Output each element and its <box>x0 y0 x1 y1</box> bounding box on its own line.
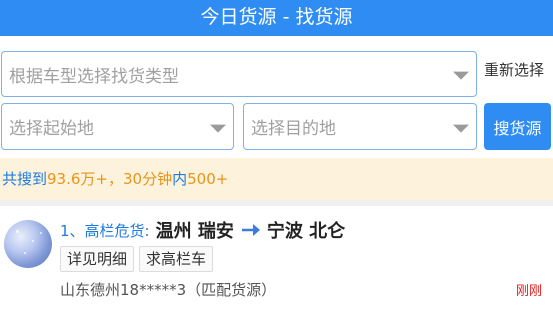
stats-within: 内 <box>172 170 188 188</box>
stats-count: 93.6万+ <box>47 170 108 188</box>
arrow-right-icon <box>241 224 260 236</box>
top-bar: 今日货源 - 找货源 <box>0 0 553 36</box>
stats-period: 30分钟 <box>123 170 173 188</box>
post-time: 刚刚 <box>516 284 543 299</box>
destination-select[interactable]: 选择目的地 <box>243 103 477 150</box>
contact-info: 山东德州18*****3（匹配货源） <box>60 281 277 299</box>
origin-select[interactable]: 选择起始地 <box>1 103 234 150</box>
filter-panel: 根据车型选择找货类型 重新选择 选择起始地 选择目的地 搜货源 <box>0 36 553 158</box>
reset-button[interactable]: 重新选择 <box>484 59 544 80</box>
destination-placeholder: 选择目的地 <box>251 119 336 139</box>
stats-separator: ， <box>107 170 123 188</box>
stats-recent: 500+ <box>187 170 229 188</box>
truck-type-placeholder: 根据车型选择找货类型 <box>9 66 179 87</box>
listing-index-label: 1、高栏危货: <box>60 221 150 240</box>
dropdown-arrow-icon <box>453 124 469 133</box>
stats-prefix: 共搜到 <box>2 170 48 188</box>
search-button[interactable]: 搜货源 <box>484 103 551 150</box>
search-stats: 共搜到93.6万+，30分钟内500+ <box>0 158 553 200</box>
avatar <box>4 220 52 268</box>
origin-city: 温州 瑞安 <box>155 221 234 242</box>
truck-request-tag[interactable]: 求高栏车 <box>139 246 214 272</box>
page-title: 今日货源 - 找货源 <box>200 6 353 28</box>
origin-placeholder: 选择起始地 <box>9 119 94 139</box>
dropdown-arrow-icon <box>210 124 226 133</box>
route-line: 1、高栏危货: 温州 瑞安 宁波 北仑 <box>60 218 345 242</box>
truck-type-select[interactable]: 根据车型选择找货类型 <box>1 51 477 97</box>
see-details-tag[interactable]: 详见明细 <box>60 246 135 272</box>
dropdown-arrow-icon <box>453 71 469 80</box>
listing-card[interactable]: 1、高栏危货: 温州 瑞安 宁波 北仑 详见明细 求高栏车 山东德州18****… <box>0 206 553 314</box>
destination-city: 宁波 北仑 <box>266 221 346 242</box>
